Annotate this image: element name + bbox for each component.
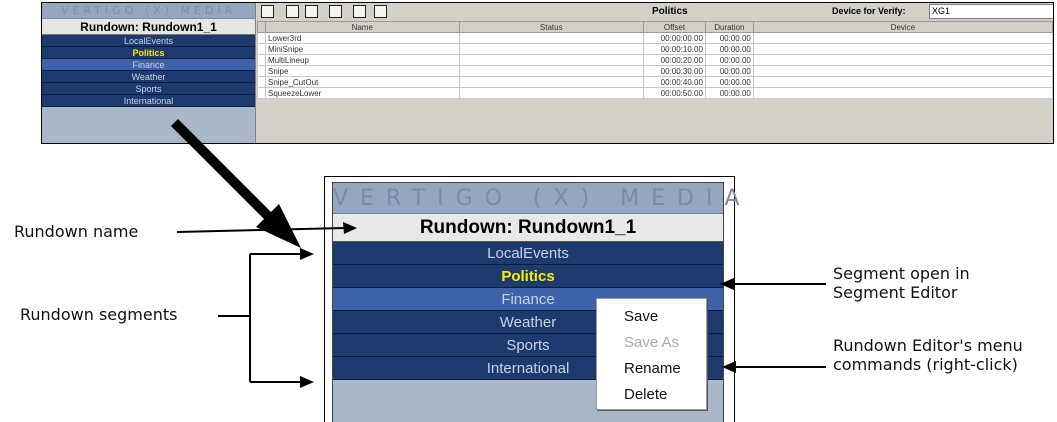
callout-rundown-segments: Rundown segments [20,305,178,324]
rundown-editor-screenshot: VERTIGO (X) MEDIA Rundown: Rundown1_1 Lo… [41,2,1054,144]
cell-status [458,32,644,44]
cell-status [458,54,644,66]
cell-duration: 00:00.00 [704,32,754,44]
cell-device [752,65,1053,77]
cell-duration: 00:00.00 [704,87,754,99]
cell-status [458,65,644,77]
segment-list: LocalEvents Politics Finance Weather Sports I… [42,35,255,107]
segment-item-politics[interactable]: Politics [42,47,255,59]
cell-status [458,87,644,99]
cell-duration: 00:00.00 [704,54,754,66]
cell-device [752,43,1053,55]
menu-item-save[interactable]: Save [597,304,706,330]
segment-elements-table: Name Status Offset Duration Device Lower… [257,21,1053,99]
paste-icon[interactable] [329,5,342,18]
device-for-verify-field[interactable]: XG1 [929,4,1053,19]
rundown-title: Rundown: Rundown1_1 [42,19,255,35]
copy-icon[interactable] [305,5,318,18]
toolbar: Politics Device for Verify: XG1 [257,3,1053,21]
table-row[interactable]: MiniSnipe 00:00:10.00 00:00.00 [257,43,1053,55]
rundown-name-leader [176,227,346,233]
cell-duration: 00:00.00 [704,65,754,77]
table-row[interactable]: MultiLineup 00:00:20.00 00:00.00 [257,54,1053,66]
row-selector [257,43,266,55]
segments-arrowhead-bottom [300,376,314,388]
callout-rundown-name: Rundown name [14,222,139,241]
table-row[interactable]: SqueezeLower 00:00:50.00 00:00.00 [257,87,1053,99]
cell-status [458,43,644,55]
menu-item-rename[interactable]: Rename [597,356,706,382]
row-selector [257,65,266,77]
rundown-panel: VERTIGO (X) MEDIA Rundown: Rundown1_1 Lo… [42,3,256,143]
cell-name: Lower3rd [264,32,460,44]
segment-item-finance[interactable]: Finance [42,59,255,71]
cell-duration: 00:00.00 [704,43,754,55]
row-selector [257,76,266,88]
verify-icon[interactable] [374,5,387,18]
segment-title: Politics [652,6,688,17]
cell-name: SqueezeLower [264,87,460,99]
row-header-corner [257,21,266,33]
table-row[interactable]: Snipe_CutOut 00:00:40.00 00:00.00 [257,76,1053,88]
table-row[interactable]: Lower3rd 00:00:00.00 00:00.00 [257,32,1053,44]
cell-offset: 00:00:30.00 [642,65,706,77]
callout-menu-commands: Rundown Editor's menu commands (right-cl… [833,336,1023,374]
cell-duration: 00:00.00 [704,76,754,88]
cell-device [752,32,1053,44]
cell-name: MiniSnipe [264,43,460,55]
row-selector [257,32,266,44]
segment-item-localevents[interactable]: LocalEvents [333,242,723,265]
insert-icon[interactable] [353,5,366,18]
column-header-status[interactable]: Status [458,21,644,33]
rundown-title: Rundown: Rundown1_1 [333,214,723,242]
cell-device [752,54,1053,66]
device-for-verify-label: Device for Verify: [832,6,906,16]
cell-device [752,87,1053,99]
row-selector [257,87,266,99]
column-header-duration[interactable]: Duration [704,21,754,33]
segment-item-politics[interactable]: Politics [333,265,723,288]
cell-offset: 00:00:10.00 [642,43,706,55]
vertigo-media-logo: VERTIGO (X) MEDIA [333,183,740,214]
context-menu: Save Save As Rename Delete [596,298,707,410]
segment-item-sports[interactable]: Sports [42,83,255,95]
cell-status [458,76,644,88]
segments-arrowhead-top [300,248,314,260]
column-header-device[interactable]: Device [752,21,1053,33]
cell-name: Snipe_CutOut [264,76,460,88]
cell-name: MultiLineup [264,54,460,66]
segment-item-international[interactable]: International [42,95,255,107]
cell-device [752,76,1053,88]
cell-offset: 00:00:00.00 [642,32,706,44]
menu-item-delete[interactable]: Delete [597,382,706,408]
save-icon[interactable] [286,5,299,18]
vertigo-media-logo: VERTIGO (X) MEDIA [42,3,255,19]
callout-segment-open: Segment open in Segment Editor [833,264,970,302]
row-selector [257,54,266,66]
segment-item-localevents[interactable]: LocalEvents [42,35,255,47]
segment-editor: Politics Device for Verify: XG1 Name Sta… [257,3,1053,143]
new-icon[interactable] [261,5,274,18]
column-header-offset[interactable]: Offset [642,21,706,33]
column-header-name[interactable]: Name [264,21,460,33]
segment-item-weather[interactable]: Weather [42,71,255,83]
cell-name: Snipe [264,65,460,77]
table-row[interactable]: Snipe 00:00:30.00 00:00.00 [257,65,1053,77]
cell-offset: 00:00:50.00 [642,87,706,99]
cell-offset: 00:00:40.00 [642,76,706,88]
cell-offset: 00:00:20.00 [642,54,706,66]
menu-item-save-as: Save As [624,334,680,351]
